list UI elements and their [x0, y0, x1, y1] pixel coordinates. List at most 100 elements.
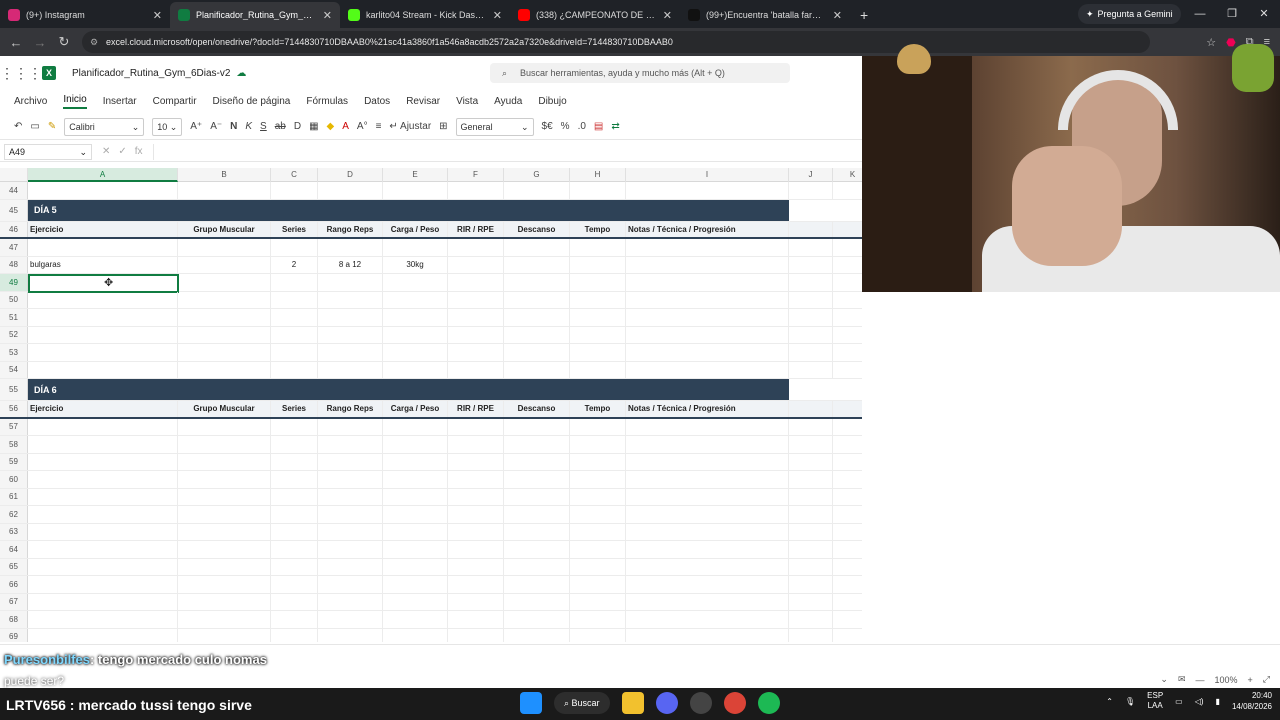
cell[interactable]	[28, 488, 178, 505]
select-all-corner[interactable]	[0, 168, 28, 182]
row-number[interactable]: 58	[0, 436, 28, 453]
cell[interactable]	[178, 506, 271, 523]
cell[interactable]	[448, 326, 504, 343]
language-indicator[interactable]: ESP LAA	[1147, 691, 1163, 711]
column-header-i[interactable]: I	[626, 168, 789, 182]
cell[interactable]	[504, 523, 570, 540]
row-number[interactable]: 63	[0, 523, 28, 540]
cell[interactable]	[626, 274, 789, 291]
zoom-in-icon[interactable]: +	[1248, 675, 1253, 685]
cell[interactable]	[504, 506, 570, 523]
cell[interactable]	[833, 239, 862, 256]
cell[interactable]: 2	[271, 256, 318, 273]
column-label[interactable]: Ejercicio	[28, 401, 178, 417]
cell[interactable]	[178, 453, 271, 470]
cell[interactable]	[789, 256, 833, 273]
cell[interactable]	[833, 182, 862, 199]
row-number[interactable]: 48	[0, 256, 28, 273]
cell[interactable]	[271, 541, 318, 558]
cell[interactable]	[626, 576, 789, 593]
cell[interactable]	[28, 506, 178, 523]
cell[interactable]	[570, 309, 626, 326]
cell[interactable]	[271, 418, 318, 435]
cell[interactable]	[318, 418, 383, 435]
row-number[interactable]: 50	[0, 291, 28, 308]
row-number[interactable]: 45	[0, 199, 28, 221]
align-icon[interactable]: ≡	[376, 121, 382, 132]
cell[interactable]	[318, 611, 383, 628]
cell[interactable]	[178, 309, 271, 326]
cell[interactable]	[271, 361, 318, 378]
cell[interactable]	[504, 256, 570, 273]
cell[interactable]	[271, 436, 318, 453]
cell[interactable]	[448, 361, 504, 378]
close-icon[interactable]: ✕	[153, 9, 162, 22]
close-icon[interactable]: ✕	[493, 9, 502, 22]
cell[interactable]	[570, 344, 626, 361]
number-format-select[interactable]: General ⌄	[455, 117, 534, 136]
column-label[interactable]: RIR / RPE	[448, 401, 504, 417]
cell[interactable]	[178, 239, 271, 256]
close-window-button[interactable]: ✕	[1248, 0, 1280, 28]
menu-archivo[interactable]: Archivo	[14, 96, 47, 107]
cell[interactable]	[570, 361, 626, 378]
cell[interactable]	[789, 239, 833, 256]
feedback-icon[interactable]: ✉	[1178, 674, 1186, 685]
font-family-select[interactable]: Calibri ⌄	[64, 117, 145, 136]
decrease-font-icon[interactable]: A⁻	[210, 121, 222, 132]
cell[interactable]	[383, 361, 448, 378]
cell[interactable]	[833, 629, 862, 643]
cell[interactable]	[271, 239, 318, 256]
cell[interactable]	[178, 471, 271, 488]
font-size-select[interactable]: 10 ⌄	[152, 117, 183, 136]
cell[interactable]	[448, 558, 504, 575]
cell[interactable]: bulgaras	[28, 256, 178, 273]
cell[interactable]	[318, 593, 383, 610]
column-label[interactable]: Series	[271, 401, 318, 417]
cell[interactable]	[789, 401, 833, 417]
cell[interactable]	[318, 309, 383, 326]
cell[interactable]	[789, 611, 833, 628]
undo-icon[interactable]: ↶	[14, 121, 22, 132]
cell[interactable]	[833, 436, 862, 453]
decimals-icon[interactable]: .0	[578, 121, 586, 132]
cell[interactable]	[448, 628, 504, 642]
day-section-title[interactable]: DÍA 6	[28, 379, 789, 400]
cell[interactable]	[448, 182, 504, 199]
cell[interactable]	[448, 256, 504, 273]
cell[interactable]	[789, 593, 833, 610]
fx-icon[interactable]: fx	[135, 146, 143, 157]
windows-start-icon[interactable]	[520, 692, 542, 714]
cell[interactable]	[383, 576, 448, 593]
cell[interactable]: 30kg	[383, 256, 448, 273]
row-number[interactable]: 62	[0, 506, 28, 523]
tab-youtube[interactable]: (338) ¿CAMPEONATO DE FARM ✕	[510, 2, 680, 28]
chrome-icon[interactable]	[723, 692, 746, 714]
row-number[interactable]: 49	[0, 274, 28, 291]
row-number[interactable]: 66	[0, 576, 28, 593]
cell[interactable]	[383, 541, 448, 558]
cell[interactable]	[504, 436, 570, 453]
cell[interactable]	[28, 291, 178, 308]
cell[interactable]	[28, 182, 178, 199]
row-number[interactable]: 64	[0, 541, 28, 558]
discord-icon[interactable]	[655, 692, 678, 714]
column-header-f[interactable]: F	[448, 168, 504, 182]
cell[interactable]	[789, 291, 833, 308]
cell[interactable]	[570, 628, 626, 642]
cell[interactable]	[789, 326, 833, 343]
cell[interactable]	[504, 291, 570, 308]
cell[interactable]	[271, 576, 318, 593]
cell[interactable]	[626, 291, 789, 308]
cell[interactable]	[833, 524, 862, 541]
minimize-button[interactable]: —	[1184, 0, 1216, 28]
cell[interactable]	[448, 418, 504, 435]
cell[interactable]	[626, 361, 789, 378]
cell[interactable]	[271, 558, 318, 575]
cell[interactable]	[271, 471, 318, 488]
cell[interactable]	[28, 628, 178, 642]
cell[interactable]	[789, 506, 833, 523]
cell[interactable]	[318, 576, 383, 593]
cell[interactable]	[570, 471, 626, 488]
cell[interactable]	[448, 239, 504, 256]
